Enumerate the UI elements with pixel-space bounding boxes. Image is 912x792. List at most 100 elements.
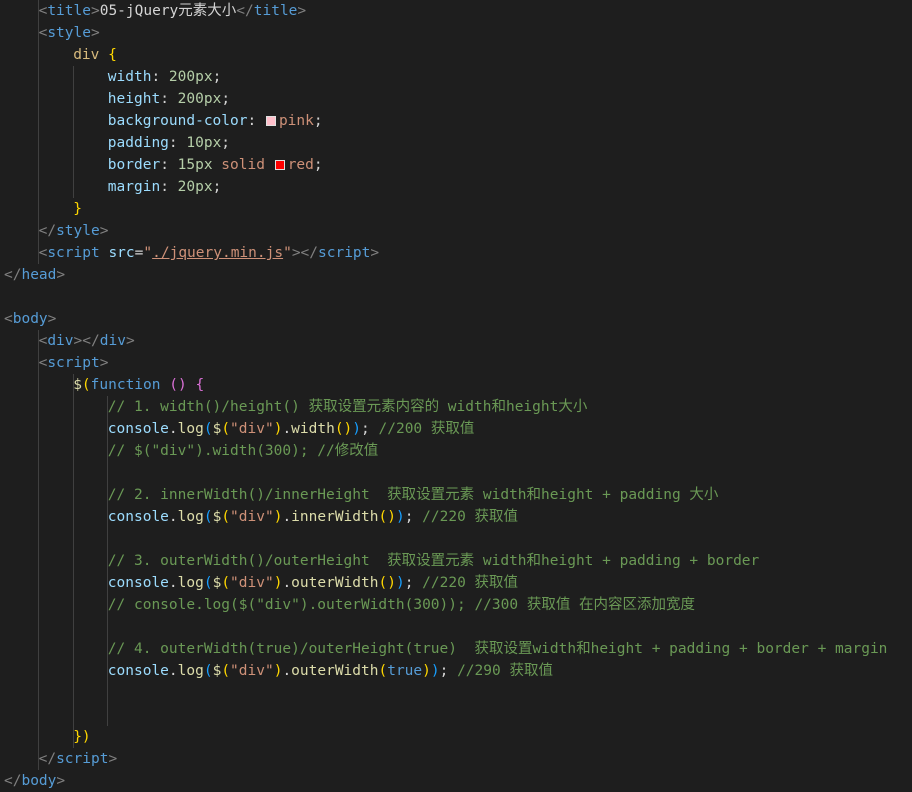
- code-token: <: [4, 311, 13, 327]
- code-token: padding: [107, 135, 169, 151]
- code-token: "div": [230, 421, 274, 437]
- code-token: </: [236, 3, 254, 19]
- color-swatch[interactable]: [274, 160, 285, 170]
- code-token: .: [168, 421, 178, 437]
- code-token: ;: [404, 509, 423, 525]
- code-line[interactable]: }: [73, 198, 82, 220]
- code-token: ;: [361, 421, 379, 437]
- code-token: .: [168, 509, 178, 525]
- code-line[interactable]: // console.log($("div").outerWidth(300))…: [108, 594, 695, 616]
- code-token: >: [297, 3, 307, 19]
- code-token: $: [73, 377, 82, 393]
- code-line[interactable]: console.log($("div").width()); //200 获取值: [108, 418, 475, 440]
- code-token: }): [73, 729, 91, 745]
- code-token: innerWidth: [291, 509, 379, 525]
- code-token: >: [56, 267, 66, 283]
- code-token: $: [212, 421, 222, 437]
- indent-guide: [72, 374, 74, 748]
- code-line[interactable]: margin: 20px;: [108, 176, 222, 198]
- code-token: :: [160, 157, 178, 173]
- code-line[interactable]: padding: 10px;: [108, 132, 230, 154]
- code-line[interactable]: // $("div").width(300); //修改值: [108, 440, 378, 462]
- code-token: width: [107, 69, 152, 85]
- color-swatch[interactable]: [265, 116, 276, 126]
- code-token: :: [151, 69, 169, 85]
- code-token: </: [38, 751, 57, 767]
- code-line[interactable]: console.log($("div").outerWidth()); //22…: [108, 572, 518, 594]
- code-token: ": [143, 245, 153, 261]
- code-token: ></: [291, 245, 319, 261]
- code-line[interactable]: // 2. innerWidth()/innerHeight 获取设置元素 wi…: [108, 484, 719, 506]
- code-line[interactable]: console.log($("div").innerWidth()); //22…: [108, 506, 518, 528]
- code-token: (: [203, 509, 213, 525]
- code-token: </: [4, 267, 22, 283]
- code-token: console: [107, 663, 169, 679]
- code-token: {: [108, 47, 117, 63]
- code-token: // $("div").width(300); //修改值: [107, 443, 379, 459]
- code-token: .: [282, 421, 292, 437]
- code-line[interactable]: background-color: pink;: [108, 110, 323, 132]
- code-token: 15px: [177, 157, 213, 173]
- code-token: ): [422, 663, 431, 679]
- code-token: .: [282, 575, 292, 591]
- code-line[interactable]: <title>05-jQuery元素大小</title>: [39, 0, 307, 22]
- code-line[interactable]: height: 200px;: [108, 88, 230, 110]
- code-token: (: [221, 421, 231, 437]
- code-token: >: [56, 773, 66, 789]
- code-token: background-color: [107, 113, 248, 129]
- code-token: ;: [212, 69, 222, 85]
- code-token: (): [334, 421, 353, 437]
- code-token: // 1. width()/height() 获取设置元素内容的 width和h…: [107, 399, 588, 415]
- code-line[interactable]: <body>: [4, 308, 56, 330]
- code-line[interactable]: // 1. width()/height() 获取设置元素内容的 width和h…: [108, 396, 588, 418]
- code-token: height: [107, 91, 161, 107]
- code-line[interactable]: div {: [73, 44, 117, 66]
- code-token: solid: [212, 157, 274, 173]
- code-token: .: [168, 663, 178, 679]
- code-token: 200px: [168, 69, 213, 85]
- code-token: (: [221, 575, 231, 591]
- code-token: .: [282, 663, 292, 679]
- code-line[interactable]: </style>: [39, 220, 109, 242]
- code-line[interactable]: <script>: [39, 352, 109, 374]
- code-line[interactable]: border: 15px solid red;: [108, 154, 323, 176]
- code-line[interactable]: </head>: [4, 264, 65, 286]
- code-token: div: [73, 47, 100, 63]
- code-line[interactable]: // 3. outerWidth()/outerHeight 获取设置元素 wi…: [108, 550, 759, 572]
- code-editor[interactable]: <title>05-jQuery元素大小</title> <style> div {…: [0, 0, 912, 789]
- code-token: ;: [404, 575, 423, 591]
- code-line[interactable]: <script src="./jquery.min.js"></script>: [39, 242, 380, 264]
- code-token: //220 获取值: [422, 575, 519, 591]
- code-line[interactable]: </script>: [39, 748, 118, 770]
- code-token: console: [107, 421, 169, 437]
- code-token: style: [47, 25, 91, 41]
- code-token: log: [177, 509, 204, 525]
- code-token: console: [107, 575, 169, 591]
- code-line[interactable]: <style>: [39, 22, 100, 44]
- code-token: body: [21, 773, 57, 789]
- code-token: div: [99, 333, 126, 349]
- code-token: (): [169, 377, 187, 393]
- code-line[interactable]: $(function () {: [73, 374, 204, 396]
- code-token: >: [99, 355, 109, 371]
- code-line[interactable]: width: 200px;: [108, 66, 222, 88]
- code-line[interactable]: console.log($("div").outerWidth(true)); …: [108, 660, 553, 682]
- code-token: body: [12, 311, 48, 327]
- code-token: ;: [212, 179, 222, 195]
- code-token: script: [318, 245, 371, 261]
- code-token: // 4. outerWidth(true)/outerHeight(true)…: [107, 641, 888, 657]
- code-token: ): [430, 663, 440, 679]
- code-line[interactable]: // 4. outerWidth(true)/outerHeight(true)…: [108, 638, 888, 660]
- code-token: ": [283, 245, 292, 261]
- code-line[interactable]: <div></div>: [39, 330, 135, 352]
- code-line[interactable]: </body>: [4, 770, 65, 792]
- code-line[interactable]: }): [73, 726, 90, 748]
- code-token: ;: [221, 91, 231, 107]
- code-token: width: [291, 421, 335, 437]
- code-token: >: [108, 751, 118, 767]
- code-token: ></: [73, 333, 100, 349]
- code-token: // 3. outerWidth()/outerHeight 获取设置元素 wi…: [107, 553, 760, 569]
- code-token: //290 获取值: [457, 663, 553, 679]
- code-token: log: [177, 663, 204, 679]
